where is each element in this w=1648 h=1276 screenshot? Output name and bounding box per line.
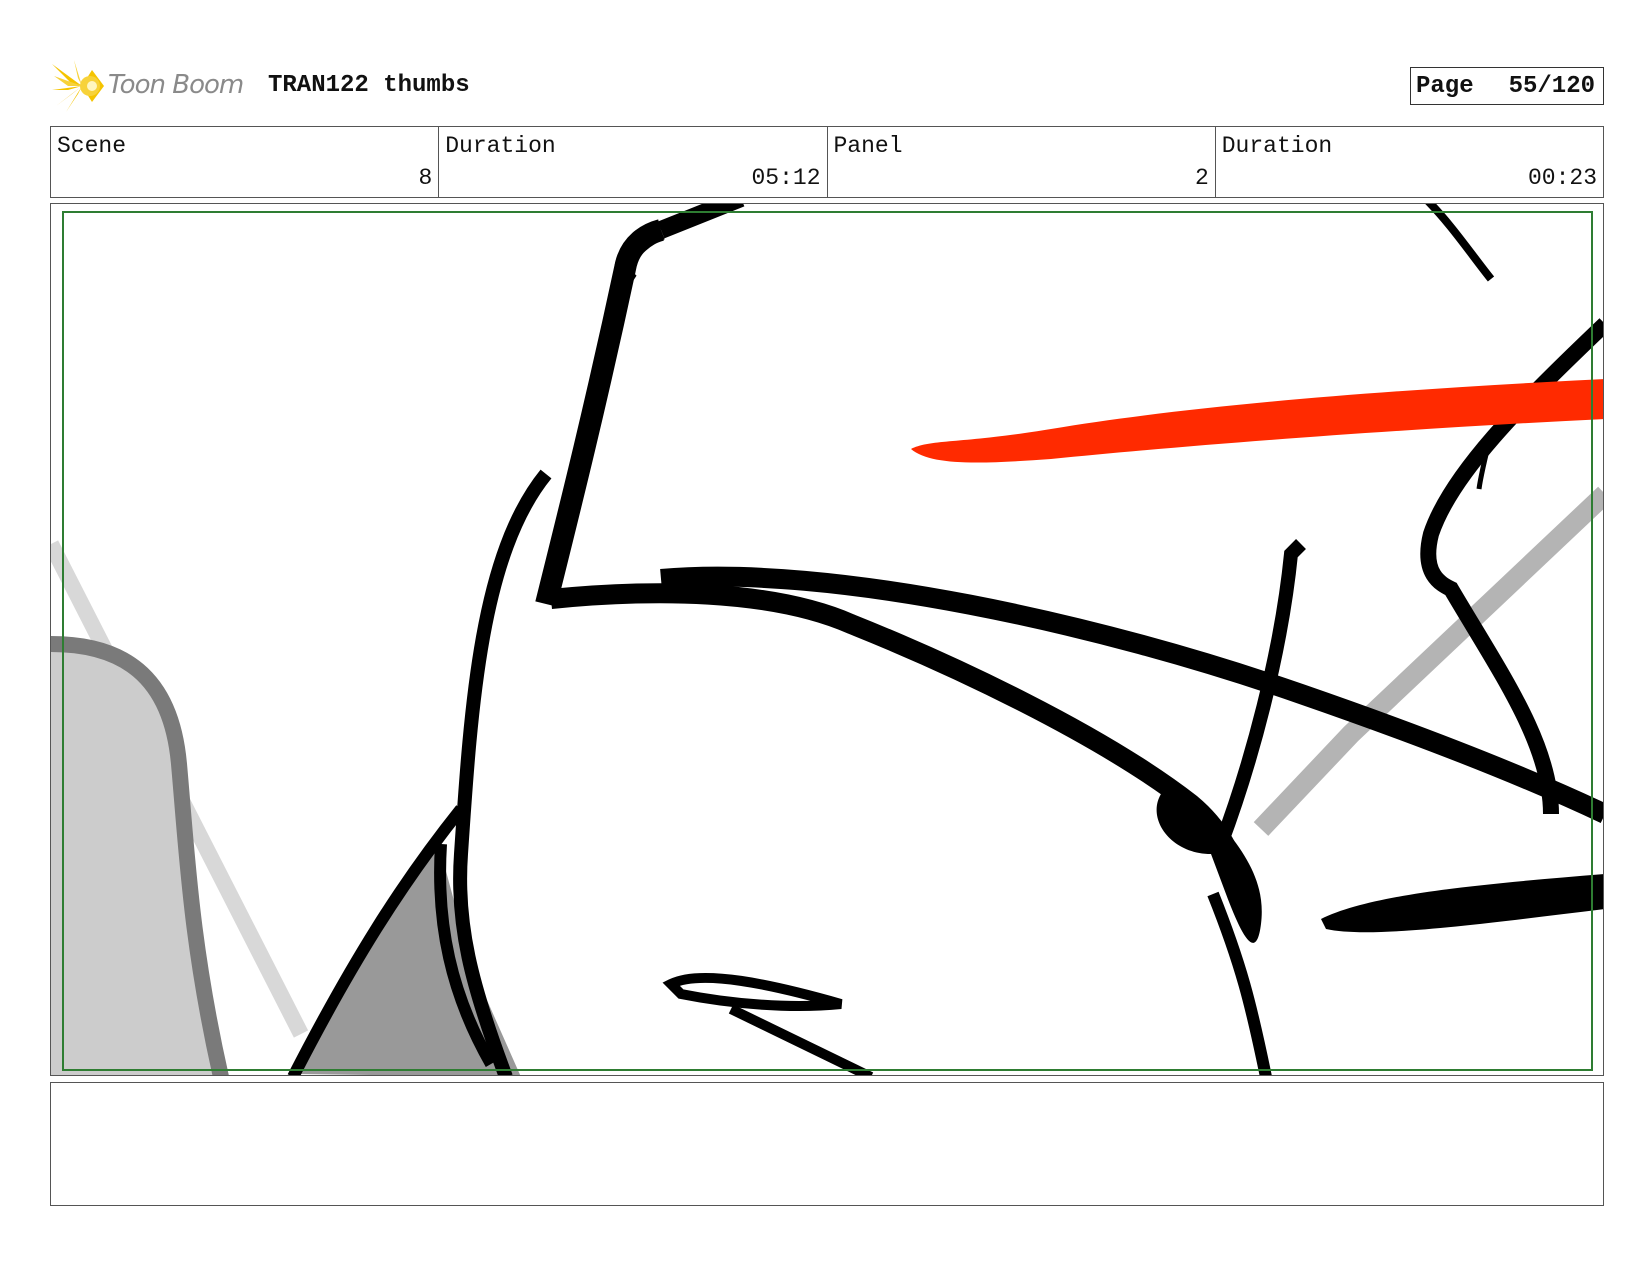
page-label: Page — [1416, 72, 1474, 100]
panel-sketch — [51, 204, 1603, 1075]
red-stroke — [911, 379, 1603, 463]
project-title: TRAN122 thumbs — [268, 72, 470, 99]
panel-cell: Panel 2 — [828, 127, 1216, 197]
panel-label: Panel — [833, 133, 903, 159]
page-number: 55/120 — [1508, 72, 1595, 100]
toon-boom-logo: Toon Boom — [52, 60, 252, 112]
scene-duration-label: Duration — [445, 133, 556, 159]
black-stroke — [535, 219, 665, 607]
logo-text: Toon Boom — [108, 70, 244, 100]
black-stroke — [657, 204, 745, 239]
storyboard-panel — [50, 203, 1604, 1076]
panel-duration-label: Duration — [1221, 133, 1333, 159]
panel-duration-cell: Duration 00:23 — [1216, 127, 1603, 197]
gray-shape-left — [51, 644, 221, 1075]
panel-value: 2 — [1194, 165, 1209, 191]
panel-info-table: Scene 8 Duration 05:12 Panel 2 Duration … — [50, 126, 1604, 198]
notes-box[interactable] — [50, 1082, 1604, 1206]
page-indicator: Page 55/120 — [1410, 67, 1604, 105]
black-blob — [1321, 874, 1603, 933]
scene-duration-cell: Duration 05:12 — [439, 127, 828, 197]
scene-value: 8 — [418, 165, 433, 191]
black-stroke — [453, 469, 552, 1075]
scene-cell: Scene 8 — [51, 127, 440, 197]
black-stroke — [614, 220, 666, 293]
starburst-icon — [52, 60, 104, 112]
black-stroke — [1425, 204, 1495, 282]
scene-label: Scene — [57, 133, 127, 159]
panel-duration-value: 00:23 — [1527, 165, 1597, 191]
black-stroke — [662, 972, 843, 1011]
black-stroke — [728, 1004, 874, 1075]
scene-duration-value: 05:12 — [751, 165, 821, 191]
